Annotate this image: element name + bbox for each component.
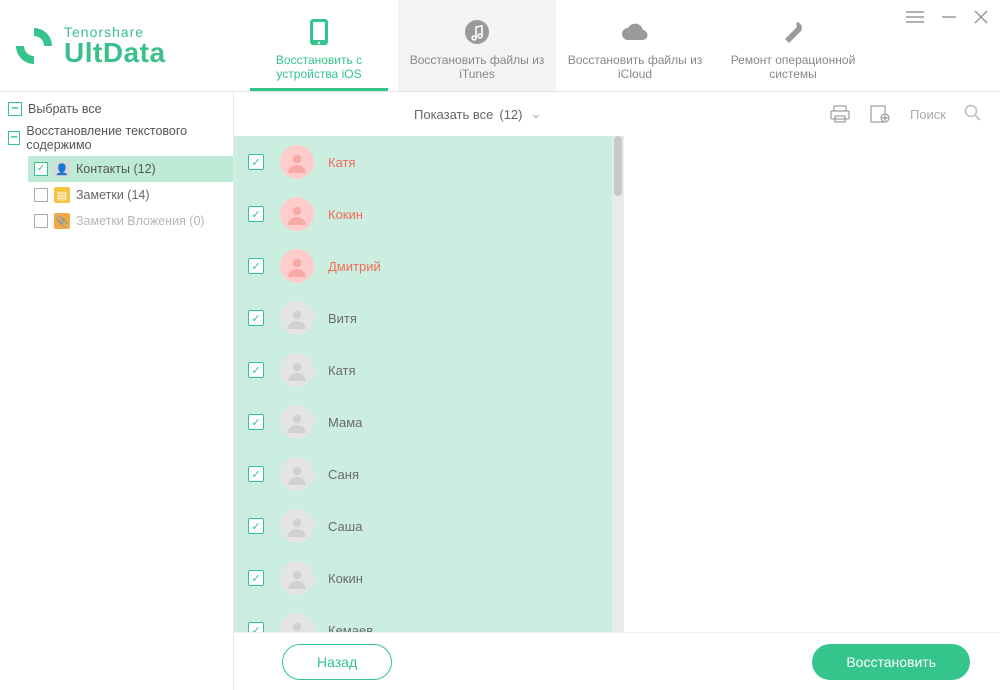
tab-recover-ios[interactable]: Восстановить с устройства iOS (240, 0, 398, 91)
avatar (280, 301, 314, 335)
checkbox-icon[interactable] (34, 188, 48, 202)
select-all-label: Выбрать все (28, 102, 102, 116)
contact-name: Катя (328, 363, 356, 378)
checkbox-icon[interactable] (248, 310, 264, 326)
checkbox-icon[interactable] (248, 570, 264, 586)
scroll-thumb[interactable] (614, 136, 622, 196)
sidebar-item[interactable]: 📎 Заметки Вложения (0) (28, 208, 233, 234)
contact-name: Саня (328, 467, 359, 482)
minimize-icon[interactable] (942, 10, 956, 24)
logo: Tenorshare UltData (0, 0, 240, 91)
contact-row[interactable]: Витя (234, 292, 612, 344)
contact-name: Саша (328, 519, 362, 534)
app-header: Tenorshare UltData Восстановить с устрой… (0, 0, 1000, 92)
sidebar-select-all[interactable]: Выбрать все (0, 98, 233, 120)
checkbox-mixed-icon[interactable] (8, 102, 22, 116)
filter-label: Показать все (414, 107, 493, 122)
sidebar: Выбрать все Восстановление текстового со… (0, 92, 234, 690)
tab-repair-os[interactable]: Ремонт операционной системы (714, 0, 872, 91)
search-field[interactable]: Поиск (910, 104, 982, 125)
back-button[interactable]: Назад (282, 644, 392, 680)
export-settings-icon[interactable] (870, 105, 890, 123)
attach-icon: 📎 (54, 213, 70, 229)
filter-dropdown[interactable]: Показать все (12) ⌄ (414, 106, 541, 122)
contact-row[interactable]: Саня (234, 448, 612, 500)
contact-row[interactable]: Кокин (234, 188, 612, 240)
sidebar-group-text-content[interactable]: Восстановление текстового содержимо (0, 120, 233, 156)
sidebar-item[interactable]: 👤 Контакты (12) (28, 156, 233, 182)
avatar (280, 613, 314, 632)
sidebar-item-label: Заметки (14) (76, 188, 150, 202)
contact-row[interactable]: Мама (234, 396, 612, 448)
group-label: Восстановление текстового содержимо (26, 124, 225, 152)
close-icon[interactable] (974, 10, 988, 24)
contact-name: Кокин (328, 571, 363, 586)
contact-list-pane: Катя Кокин Дмитрий Витя Катя Мама Саня С… (234, 136, 624, 632)
checkbox-icon[interactable] (34, 214, 48, 228)
avatar (280, 353, 314, 387)
checkbox-icon[interactable] (248, 466, 264, 482)
contact-row[interactable]: Катя (234, 136, 612, 188)
footer: Назад Восстановить (234, 632, 1000, 690)
avatar (280, 145, 314, 179)
contact-row[interactable]: Кемаев (234, 604, 612, 632)
checkbox-icon[interactable] (34, 162, 48, 176)
contact-row[interactable]: Дмитрий (234, 240, 612, 292)
notes-icon: ▤ (54, 187, 70, 203)
contacts-icon: 👤 (54, 161, 70, 177)
sidebar-item[interactable]: ▤ Заметки (14) (28, 182, 233, 208)
contact-name: Витя (328, 311, 357, 326)
filter-count: (12) (499, 107, 522, 122)
avatar (280, 509, 314, 543)
checkbox-icon[interactable] (248, 518, 264, 534)
tab-recover-itunes[interactable]: Восстановить файлы из iTunes (398, 0, 556, 91)
tab-label: Восстановить файлы из iTunes (404, 53, 550, 83)
checkbox-icon[interactable] (248, 258, 264, 274)
contact-name: Мама (328, 415, 362, 430)
contact-name: Дмитрий (328, 259, 381, 274)
avatar (280, 197, 314, 231)
contact-name: Кокин (328, 207, 363, 222)
sidebar-item-label: Заметки Вложения (0) (76, 214, 205, 228)
itunes-icon (464, 17, 490, 47)
checkbox-icon[interactable] (248, 154, 264, 170)
logo-icon (14, 26, 54, 66)
print-icon[interactable] (830, 105, 850, 123)
chevron-down-icon: ⌄ (531, 106, 542, 122)
scrollbar[interactable] (612, 136, 624, 632)
avatar (280, 249, 314, 283)
main-area: Показать все (12) ⌄ Поиск (234, 92, 1000, 690)
search-icon (964, 104, 982, 125)
menu-icon[interactable] (906, 10, 924, 24)
tab-label: Восстановить файлы из iCloud (562, 53, 708, 83)
wrench-icon (780, 17, 806, 47)
contact-name: Кемаев (328, 623, 373, 633)
mode-tabs: Восстановить с устройства iOS Восстанови… (240, 0, 906, 91)
checkbox-icon[interactable] (248, 362, 264, 378)
checkbox-icon[interactable] (248, 414, 264, 430)
contact-row[interactable]: Кокин (234, 552, 612, 604)
recover-button[interactable]: Восстановить (812, 644, 970, 680)
contact-detail-pane (624, 136, 1000, 632)
brand-bottom: UltData (64, 39, 166, 67)
toolbar: Показать все (12) ⌄ Поиск (234, 92, 1000, 136)
phone-icon (309, 17, 329, 47)
sidebar-item-label: Контакты (12) (76, 162, 156, 176)
checkbox-icon[interactable] (248, 206, 264, 222)
contact-row[interactable]: Саша (234, 500, 612, 552)
tab-recover-icloud[interactable]: Восстановить файлы из iCloud (556, 0, 714, 91)
contact-row[interactable]: Катя (234, 344, 612, 396)
checkbox-mixed-icon[interactable] (8, 131, 20, 145)
search-placeholder: Поиск (910, 107, 946, 122)
avatar (280, 405, 314, 439)
contact-name: Катя (328, 155, 356, 170)
checkbox-icon[interactable] (248, 622, 264, 632)
tab-label: Ремонт операционной системы (720, 53, 866, 83)
tab-label: Восстановить с устройства iOS (246, 53, 392, 83)
avatar (280, 561, 314, 595)
cloud-icon (620, 17, 650, 47)
avatar (280, 457, 314, 491)
